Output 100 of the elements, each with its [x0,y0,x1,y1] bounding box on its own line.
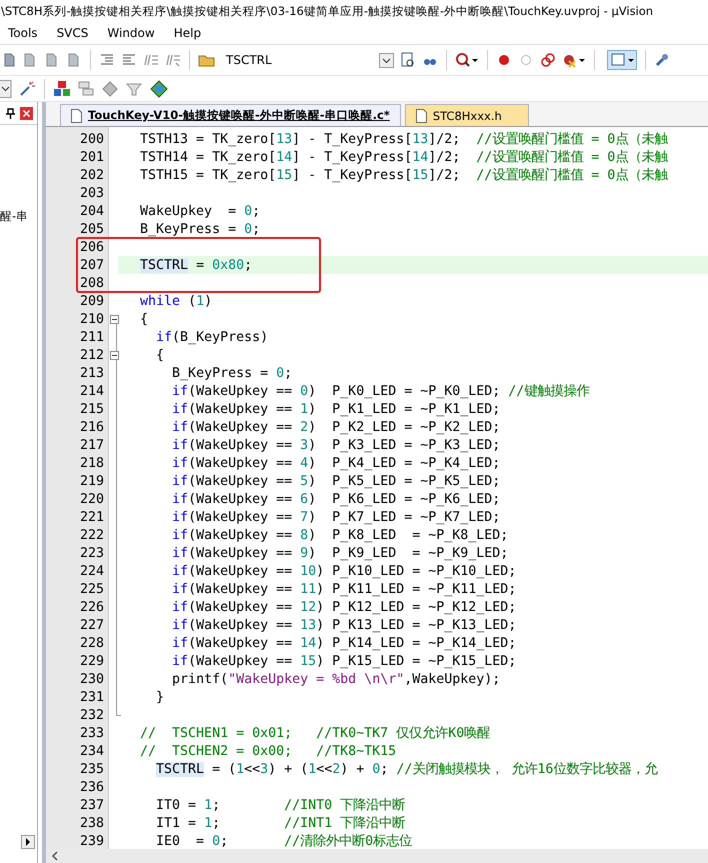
uncomment-lines-icon[interactable] [165,52,181,68]
code-line: if(WakeUpkey == 10) P_K10_LED = ~P_K10_LED; [171,564,516,578]
code-line: if(WakeUpkey == 15) P_K15_LED = ~P_K15_LED; [171,654,516,668]
line-number: 236 [78,780,105,794]
indent-icon[interactable] [99,52,115,68]
code-line: // TSCHEN1 = 0x01; //TK0~TK7 仅仅允许K0唤醒 [139,725,490,742]
line-number: 221 [78,510,105,524]
line-number: 206 [78,240,105,254]
pin-icon[interactable] [6,108,15,118]
line-number: 233 [78,726,105,740]
code-line: if(B_KeyPress) [155,330,268,344]
menu-item[interactable]: Window [107,26,155,40]
dropdown-arrow-icon[interactable] [0,80,12,98]
code-line: B_KeyPress = 0; [171,366,292,380]
line-number: 217 [78,438,105,452]
find-field[interactable]: TSCTRL [222,50,394,70]
line-number: 210 [78,312,105,326]
magic-wand-icon[interactable] [18,80,36,98]
menu-item[interactable]: Help [174,26,202,40]
line-number: 226 [78,600,105,614]
code-line: while (1) [139,294,212,308]
menu-item[interactable]: SVCS [56,26,88,40]
line-number: 238 [78,816,105,830]
code-line: if(WakeUpkey == 7) P_K7_LED = ~P_K7_LED; [171,510,500,524]
code-line: IT0 = 1; //INT0 下降沿中断 [155,796,406,814]
code-line: B_KeyPress = 0; [139,222,260,236]
code-line: IT1 = 1; //INT1 下降沿中断 [155,814,406,832]
menu-item[interactable]: Tools [8,26,38,40]
code-line: if(WakeUpkey == 6) P_K6_LED = ~P_K6_LED; [171,492,500,506]
file-tab[interactable]: STC8Hxxx.h [404,104,529,126]
code-line: if(WakeUpkey == 1) P_K1_LED = ~P_K1_LED; [171,402,500,416]
line-number: 213 [78,366,105,380]
code-line: if(WakeUpkey == 5) P_K5_LED = ~P_K5_LED; [171,474,500,488]
line-number: 232 [78,708,105,722]
close-icon[interactable] [20,106,33,120]
code-line: if(WakeUpkey == 8) P_K8_LED = ~P_K8_LED; [171,528,508,542]
code-line: printf("WakeUpkey = %bd \n\r",WakeUpkey); [171,672,500,686]
linked-rings-icon[interactable] [540,52,556,68]
window-layout-icon[interactable] [607,50,637,70]
line-number: 231 [78,690,105,704]
code-line: { [139,312,148,326]
line-number: 204 [78,204,105,218]
line-number: 220 [78,492,105,506]
stacked-windows-icon[interactable] [77,80,95,98]
code-line: if(WakeUpkey == 9) P_K9_LED = ~P_K9_LED; [171,546,508,560]
line-number: 201 [78,150,105,164]
line-number: 215 [78,402,105,416]
code-line: TSTH14 = TK_zero[14] - T_KeyPress[14]/2; //设置唤醒门槛值 = 0点（未触 [139,148,668,166]
file-tab[interactable]: TouchKey-V10-触摸按键唤醒-外中断唤醒-串口唤醒.c* [60,104,401,126]
line-number: 211 [78,330,105,344]
line-number: 205 [78,222,105,236]
code-line: } [155,690,164,704]
line-number: 207 [78,258,105,272]
line-number: 202 [78,168,105,182]
line-number: 225 [78,582,105,596]
line-number: 203 [78,186,105,200]
code-line: TSTH13 = TK_zero[13] - T_KeyPress[13]/2; //设置唤醒门槛值 = 0点（未触 [139,130,668,148]
line-number: 200 [78,132,105,146]
line-number: 229 [78,654,105,668]
code-line: if(WakeUpkey == 14) P_K14_LED = ~P_K14_LED; [171,636,516,650]
diamond-icon[interactable] [101,80,119,98]
line-number: 208 [78,276,105,290]
line-number: 234 [78,744,105,758]
chip-icon[interactable] [149,80,169,98]
scroll-right-icon[interactable] [21,835,35,849]
line-number: 228 [78,636,105,650]
code-line: IE0 = 0; //清除外中断0标志位 [155,832,412,849]
code-line: if(WakeUpkey == 2) P_K2_LED = ~P_K2_LED; [171,420,500,434]
wrench-icon[interactable] [654,52,670,68]
code-line: if(WakeUpkey == 3) P_K3_LED = ~P_K3_LED; [171,438,500,452]
document-icon [416,108,427,122]
comment-lines-icon[interactable] [143,52,159,68]
breakpoint-clear-icon[interactable] [562,52,586,68]
code-line: if(WakeUpkey == 0) P_K0_LED = ~P_K0_LED; //键触摸操作 [171,383,590,400]
line-number: 223 [78,546,105,560]
find-in-files-icon[interactable] [400,52,416,68]
outdent-icon[interactable] [121,52,137,68]
line-number: 214 [78,384,105,398]
line-number: 219 [78,474,105,488]
blocks-icon[interactable] [53,80,71,98]
fold-toggle-icon[interactable] [110,350,119,360]
code-line: if(WakeUpkey == 11) P_K11_LED = ~P_K11_LED; [171,582,516,596]
bookmark-icon[interactable] [2,52,16,68]
line-number: 227 [78,618,105,632]
line-number: 230 [78,672,105,686]
line-number: 235 [78,762,105,776]
line-number: 218 [78,456,105,470]
fold-toggle-icon[interactable] [110,314,119,324]
line-number: 216 [78,420,105,434]
code-line: if(WakeUpkey == 13) P_K13_LED = ~P_K13_LED; [171,618,516,632]
code-line: if(WakeUpkey == 4) P_K4_LED = ~P_K4_LED; [171,456,500,470]
line-number: 224 [78,564,105,578]
code-line: // TSCHEN2 = 0x00; //TK8~TK15 [139,744,396,758]
breakpoint-icon[interactable] [496,52,512,68]
window-title: \STC8H系列-触摸按键相关程序\触摸按键相关程序\03-16键简单应用-触摸按键唤醒-外中断唤醒\TouchKey.uvproj - µVision [1,4,654,18]
debug-magnifier-icon[interactable] [455,52,479,68]
code-line: TSCTRL = 0x80; [139,258,252,272]
code-line: TSTH15 = TK_zero[15] - T_KeyPress[15]/2; //设置唤醒门槛值 = 0点（未触 [139,166,668,184]
project-tree-item[interactable]: 醒-串 [0,209,28,223]
line-number: 239 [78,834,105,848]
